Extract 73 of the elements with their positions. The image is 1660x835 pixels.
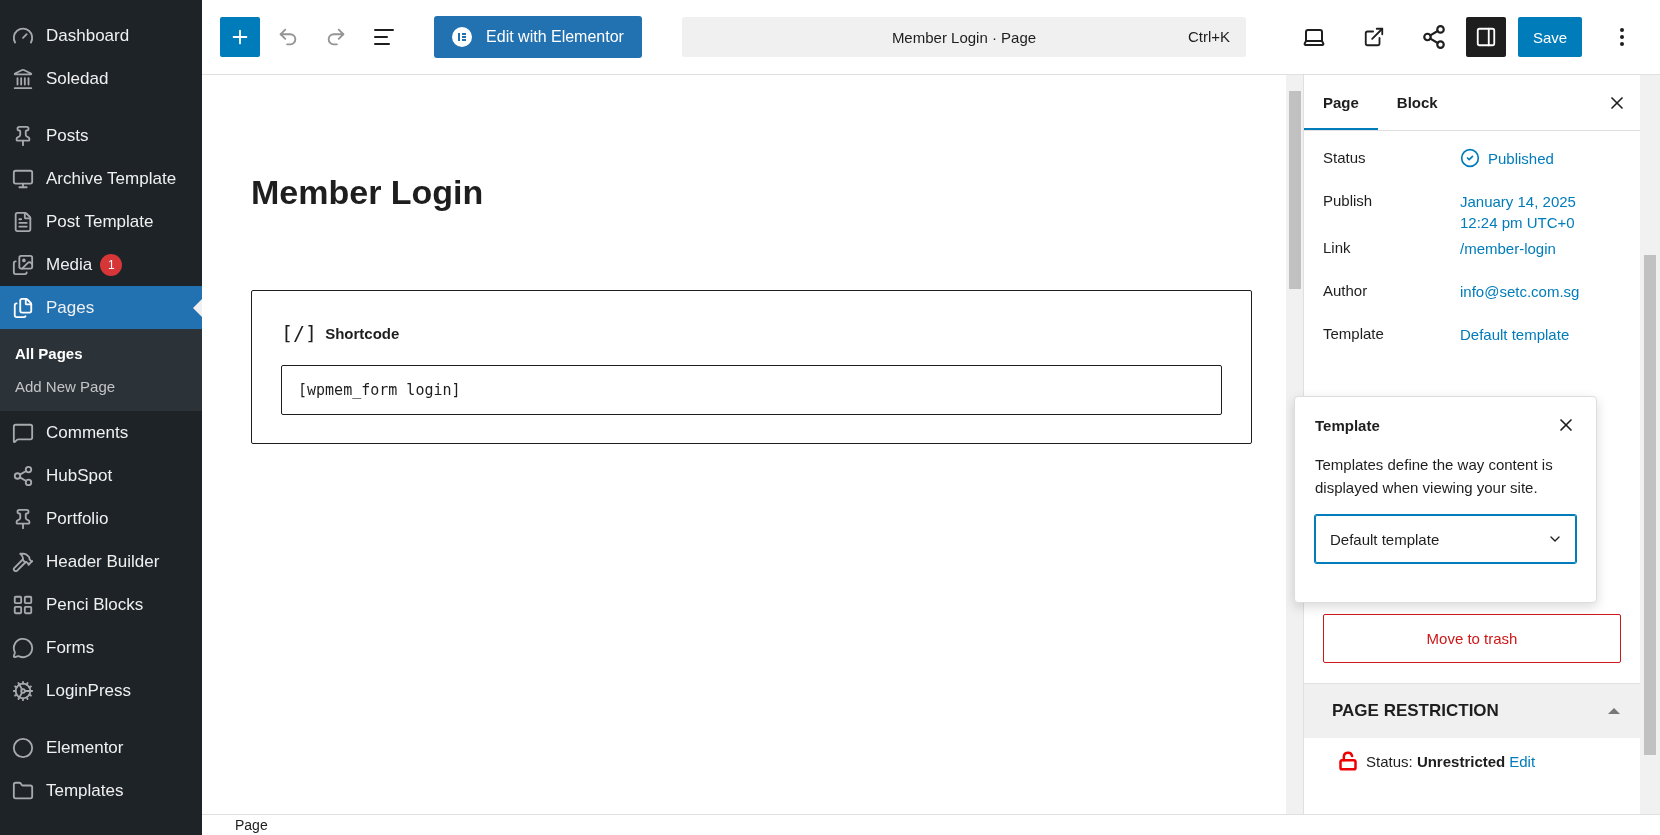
menu-item[interactable]: Header Builder [0,540,202,583]
menu-icon [12,67,34,90]
menu-item[interactable]: Posts [0,114,202,157]
field-label: Status [1323,148,1367,168]
menu-item[interactable]: Comments [0,411,202,454]
settings-toggle-button[interactable] [1466,17,1506,57]
template-select[interactable]: Default template [1315,515,1576,563]
shortcode-block[interactable]: [/] Shortcode [wpmem_form login] [251,290,1252,444]
submenu-item[interactable]: Add New Page [0,370,202,403]
command-bar[interactable]: Member Login · Page Ctrl+K [682,17,1246,57]
nodes-icon [1421,24,1447,50]
menu-icon [12,736,34,759]
external-link-icon [1363,26,1385,48]
more-icon [1620,28,1624,46]
menu-icon [12,593,34,616]
undo-icon [277,26,299,48]
menu-item[interactable]: Portfolio [0,497,202,540]
menu-item[interactable]: Templates [0,769,202,812]
page-scrollbar[interactable] [1640,75,1660,814]
field-value-link[interactable]: January 14, 2025 12:24 pm UTC+0 [1460,186,1621,233]
field-value-link[interactable]: /member-login [1460,233,1621,276]
popover-description: Templates define the way content is displayed when viewing your site. [1315,455,1554,498]
field-label: Link [1323,238,1352,258]
section-header[interactable]: PAGE RESTRICTION [1304,683,1640,738]
count-badge: 1 [100,253,123,276]
menu-icon [12,779,34,802]
edit-with-elementor-button[interactable]: Edit with Elementor [434,16,642,58]
menu-icon [12,550,34,573]
shortcode-icon: [/] [281,321,318,345]
block-label: Shortcode [325,324,400,342]
page-title[interactable]: Member Login [251,173,1252,212]
edit-link[interactable]: Edit [1509,752,1536,770]
menu-icon [12,296,34,319]
check-icon [1460,148,1480,168]
menu-icon [12,679,34,702]
field-value-link[interactable]: info@setc.com.sg [1460,276,1621,319]
field-label: Publish [1323,191,1374,211]
lock-icon [1338,751,1358,771]
menu-item[interactable]: Soledad [0,57,202,100]
panel-tab[interactable]: Block [1377,75,1457,130]
sidebar-icon [1475,26,1497,48]
menu-item[interactable]: Dashboard [0,14,202,57]
menu-icon [12,421,34,444]
menu-icon [12,167,34,190]
field-value-link[interactable]: Default template [1460,319,1621,362]
menu-item[interactable]: Media 1 [0,243,202,286]
menu-item[interactable]: HubSpot [0,454,202,497]
menu-icon [12,464,34,487]
menu-item[interactable]: Elementor [0,726,202,769]
menu-icon [12,210,34,233]
breadcrumb[interactable]: Page [235,817,268,833]
submenu-item[interactable]: All Pages [0,337,202,370]
elementor-icon [452,27,473,47]
menu-item[interactable]: Pages [0,286,202,329]
menu-icon [12,636,34,659]
field-label: Author [1323,281,1369,301]
field-value-link[interactable]: Published [1460,143,1621,186]
menu-item[interactable]: LoginPress [0,669,202,712]
menu-item[interactable]: Penci Blocks [0,583,202,626]
menu-item[interactable]: Archive Template [0,157,202,200]
popover-title: Template [1315,416,1380,434]
restriction-status: Status: Unrestricted [1366,752,1506,770]
field-label: Template [1323,324,1385,344]
menu-item[interactable]: Post Template [0,200,202,243]
shortcode-field[interactable]: [wpmem_form login] [281,365,1222,415]
save-button[interactable]: Save [1518,17,1582,57]
menu-item[interactable]: Forms [0,626,202,669]
redo-icon [325,26,347,48]
add-block-button[interactable] [220,17,260,57]
menu-icon [12,253,34,276]
shortcut-hint: Ctrl+K [1187,28,1230,45]
move-to-trash-button[interactable]: Move to trash [1323,614,1621,663]
panel-tab[interactable]: Page [1304,75,1378,130]
